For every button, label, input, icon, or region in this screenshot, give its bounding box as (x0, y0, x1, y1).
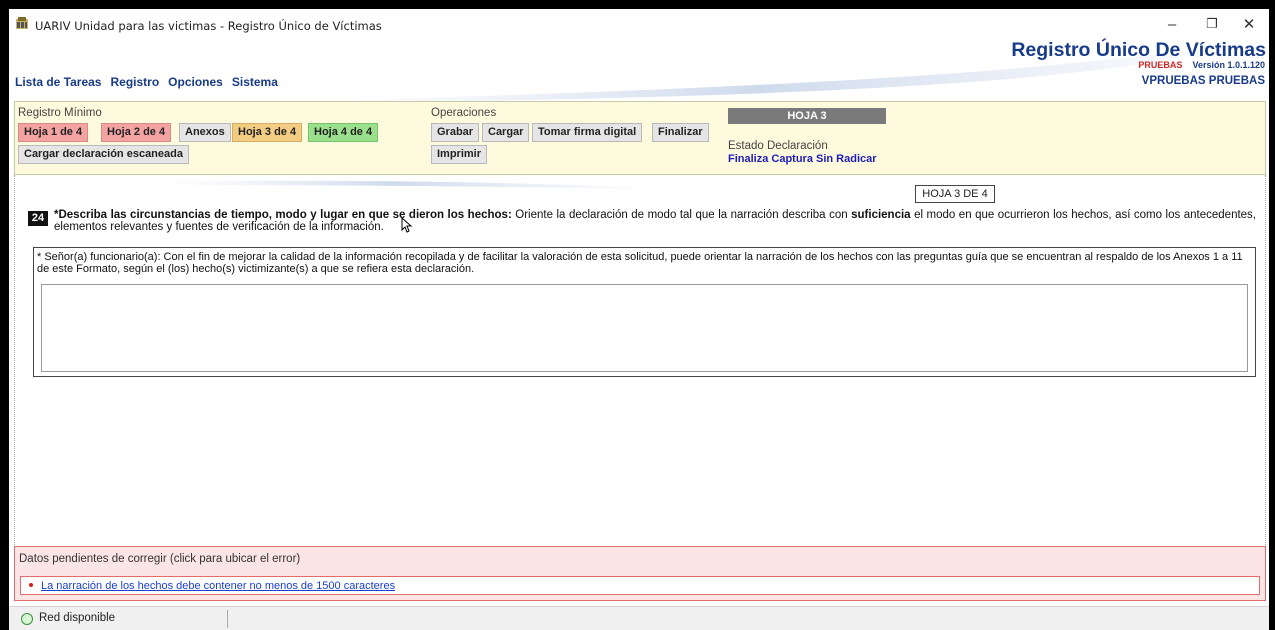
hoja-4-button[interactable]: Hoja 4 de 4 (308, 123, 379, 142)
question-number: 24 (28, 211, 48, 226)
imprimir-button[interactable]: Imprimir (431, 145, 488, 164)
hoja-badge: HOJA 3 (728, 108, 886, 124)
question-text-part-1: Oriente la declaración de modo tal que l… (511, 209, 852, 221)
question-bold-lead: *Describa las circunstancias de tiempo, … (54, 209, 512, 221)
error-list: La narración de los hechos debe contener… (20, 576, 1260, 595)
menu-item-sistema[interactable]: Sistema (232, 75, 278, 89)
page-indicator: HOJA 3 DE 4 (915, 185, 995, 203)
operaciones-label: Operaciones (431, 107, 497, 119)
status-separator (227, 610, 228, 628)
error-link-narration-length[interactable]: La narración de los hechos debe contener… (41, 580, 395, 592)
current-user: VPRUEBAS PRUEBAS (1141, 75, 1265, 87)
cargar-declaracion-escaneada-button[interactable]: Cargar declaración escaneada (18, 145, 189, 164)
cargar-button[interactable]: Cargar (482, 123, 530, 142)
hoja-3-button[interactable]: Hoja 3 de 4 (232, 123, 303, 142)
pending-errors-title: Datos pendientes de corregir (click para… (19, 553, 301, 565)
app-logo-icon (16, 17, 28, 29)
main-content: HOJA 3 DE 4 24 *Describa las circunstanc… (14, 175, 1266, 547)
anexos-button[interactable]: Anexos (179, 123, 231, 142)
mouse-cursor-icon (401, 217, 413, 233)
finalizar-button[interactable]: Finalizar (652, 123, 709, 142)
menu-bar: Lista de Tareas Registro Opciones Sistem… (15, 75, 278, 89)
minimize-button[interactable]: – (1152, 11, 1192, 37)
toolbar-panel: Registro Mínimo Hoja 1 de 4 Hoja 2 de 4 … (14, 101, 1266, 175)
estado-declaracion-value: Finaliza Captura Sin Radicar (728, 153, 877, 165)
menu-item-registro[interactable]: Registro (110, 75, 159, 89)
question-bold-suficiencia: suficiencia (851, 209, 911, 221)
hoja-2-button[interactable]: Hoja 2 de 4 (101, 123, 172, 142)
menu-item-opciones[interactable]: Opciones (168, 75, 223, 89)
environment-label: PRUEBAS (1138, 60, 1183, 70)
brand-title: Registro Único De Víctimas (1011, 39, 1266, 61)
window-title: UARIV Unidad para las victimas - Registr… (35, 19, 382, 33)
narration-guidance-note: * Señor(a) funcionario(a): Con el fin de… (37, 251, 1243, 275)
version-label: Versión 1.0.1.120 (1192, 60, 1265, 70)
narration-textarea[interactable] (41, 284, 1248, 372)
maximize-button[interactable]: ❐ (1192, 11, 1232, 37)
grabar-button[interactable]: Grabar (431, 123, 480, 142)
brand-version-line: PRUEBAS Versión 1.0.1.120 (1138, 60, 1265, 70)
application-window: UARIV Unidad para las victimas - Registr… (9, 9, 1269, 630)
tomar-firma-digital-button[interactable]: Tomar firma digital (532, 123, 643, 142)
estado-declaracion-label: Estado Declaración (728, 140, 828, 152)
narration-section: * Señor(a) funcionario(a): Con el fin de… (33, 247, 1256, 377)
pending-errors-panel: Datos pendientes de corregir (click para… (14, 546, 1266, 601)
hoja-1-button[interactable]: Hoja 1 de 4 (18, 123, 89, 142)
title-bar: UARIV Unidad para las victimas - Registr… (9, 9, 1269, 39)
status-bar: Red disponible (9, 606, 1269, 630)
network-status-icon (21, 613, 33, 625)
question-text: *Describa las circunstancias de tiempo, … (54, 209, 1256, 233)
menu-item-lista-de-tareas[interactable]: Lista de Tareas (15, 75, 101, 89)
network-status-text: Red disponible (39, 612, 116, 624)
close-button[interactable]: ✕ (1229, 11, 1269, 37)
error-bullet-icon (29, 583, 33, 587)
registro-minimo-label: Registro Mínimo (18, 107, 102, 119)
